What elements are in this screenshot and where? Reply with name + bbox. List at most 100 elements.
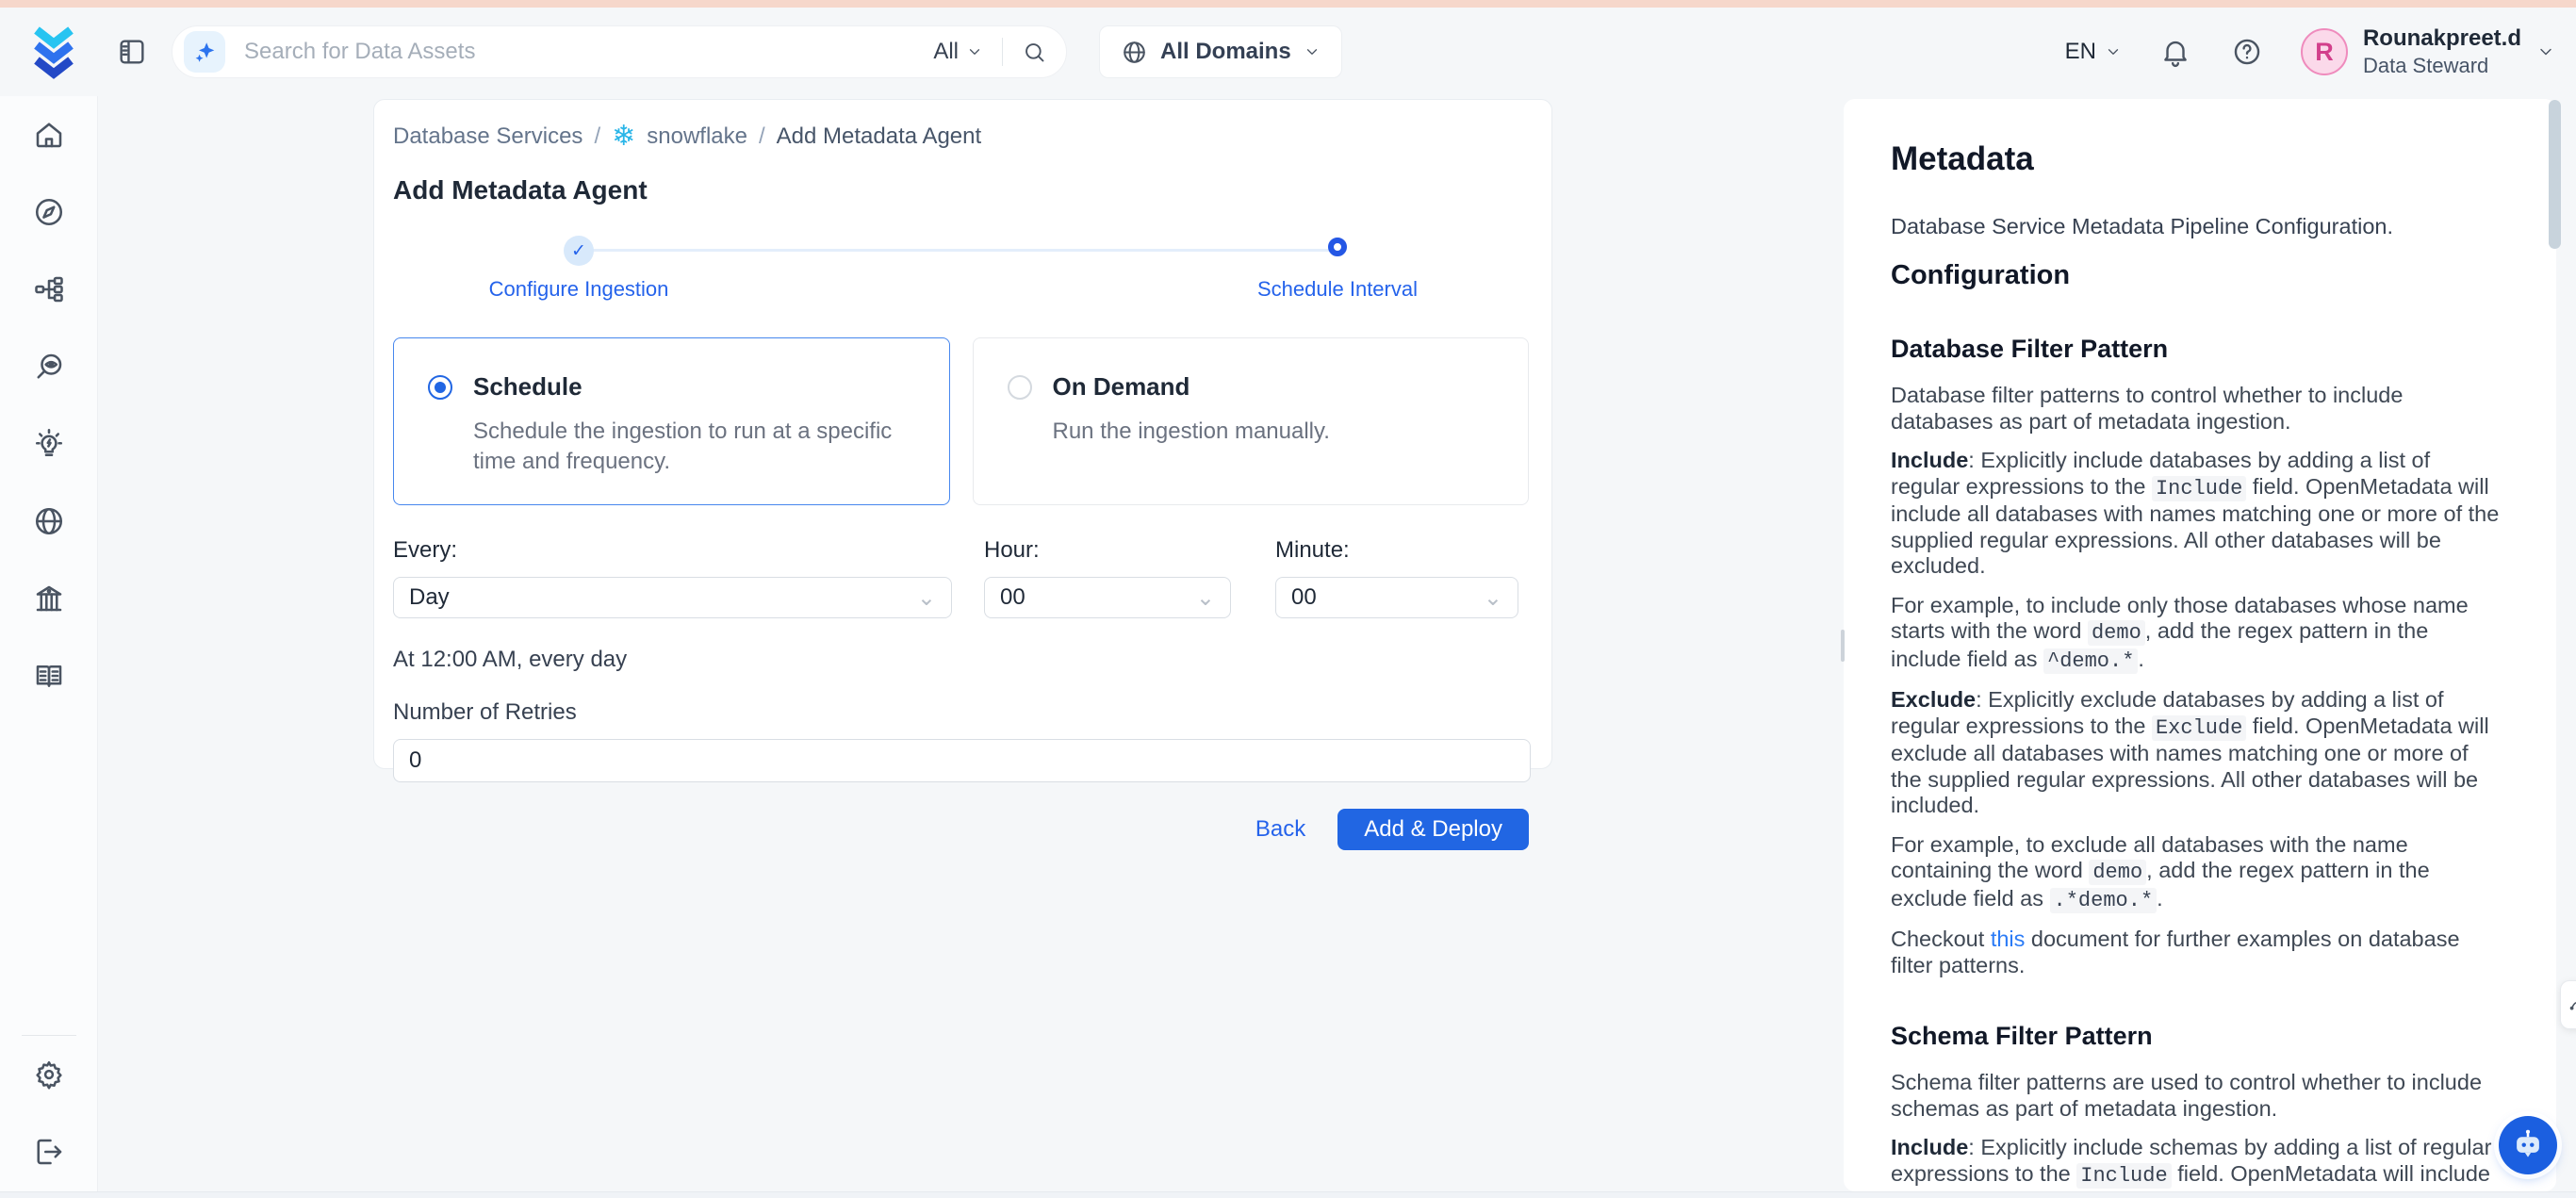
step-active-ring <box>1328 238 1347 256</box>
notifications-button[interactable] <box>2158 34 2193 70</box>
back-button[interactable]: Back <box>1255 816 1305 843</box>
chat-bot-button[interactable] <box>2499 1116 2557 1174</box>
doc-paragraph: Include: Explicitly include databases by… <box>1891 448 2502 580</box>
chevron-down-icon: ⌄ <box>1196 584 1215 612</box>
breadcrumb-service-name[interactable]: snowflake <box>647 123 747 150</box>
doc-section-heading: Schema Filter Pattern <box>1891 1022 2502 1051</box>
doc-panel: Metadata Database Service Metadata Pipel… <box>1844 99 2556 1191</box>
main-content-card: Database Services / ❄ snowflake / Add Me… <box>373 99 1552 769</box>
footer-strip <box>0 1191 2576 1198</box>
sidebar-item-logout[interactable] <box>31 1134 67 1170</box>
question-circle-icon <box>2231 36 2263 68</box>
radio-schedule[interactable] <box>428 375 452 400</box>
cron-summary: At 12:00 AM, every day <box>393 647 1529 673</box>
schedule-option-description: Schedule the ingestion to run at a speci… <box>473 417 915 476</box>
step-label-schedule: Schedule Interval <box>1257 277 1418 302</box>
on-demand-option-title: On Demand <box>1053 372 1190 402</box>
sparkles-icon <box>192 40 217 64</box>
minute-label: Minute: <box>1275 537 1518 564</box>
domains-filter-label: All Domains <box>1160 39 1291 65</box>
sidebar-divider <box>22 1035 76 1036</box>
search-icon[interactable] <box>1022 40 1047 65</box>
help-widget-icon <box>2568 994 2576 1015</box>
sidebar-item-insights[interactable] <box>31 426 67 462</box>
user-role: Data Steward <box>2363 53 2521 79</box>
breadcrumb-separator: / <box>594 123 600 150</box>
form-actions: Back Add & Deploy <box>393 809 1529 850</box>
frequency-row: Every: Day ⌄ Hour: 00 ⌄ Minute: 00 ⌄ <box>393 537 1529 618</box>
radio-on-demand[interactable] <box>1008 375 1032 400</box>
snowflake-icon: ❄ <box>612 123 635 151</box>
hour-select[interactable]: 00 ⌄ <box>984 577 1231 618</box>
minute-select[interactable]: 00 ⌄ <box>1275 577 1518 618</box>
sidebar-item-glossary[interactable] <box>31 658 67 694</box>
scrollbar-thumb[interactable] <box>2549 100 2561 249</box>
schedule-type-options: Schedule Schedule the ingestion to run a… <box>393 337 1529 505</box>
ai-sparkle-icon <box>184 31 225 73</box>
sidebar-item-settings[interactable] <box>31 1057 67 1092</box>
globe-icon <box>32 504 66 538</box>
magnifier-eye-icon <box>32 350 66 384</box>
bell-icon <box>2159 36 2191 68</box>
doc-configuration-heading: Configuration <box>1891 260 2502 291</box>
breadcrumb-separator: / <box>759 123 765 150</box>
sidebar-item-observability[interactable] <box>31 349 67 385</box>
breadcrumb-database-services[interactable]: Database Services <box>393 123 582 150</box>
help-widget-edge-button[interactable] <box>2560 980 2576 1029</box>
on-demand-option-card[interactable]: On Demand Run the ingestion manually. <box>973 337 1530 505</box>
robot-icon <box>2510 1127 2546 1163</box>
help-button[interactable] <box>2229 34 2265 70</box>
schedule-option-card[interactable]: Schedule Schedule the ingestion to run a… <box>393 337 950 505</box>
chevron-down-icon <box>2105 43 2122 60</box>
hour-label: Hour: <box>984 537 1231 564</box>
sidebar-item-home[interactable] <box>31 117 67 153</box>
doc-title: Metadata <box>1891 140 2502 178</box>
on-demand-option-description: Run the ingestion manually. <box>1053 417 1495 447</box>
doc-paragraph: Include: Explicitly include schemas by a… <box>1891 1135 2502 1191</box>
logo-icon <box>29 25 78 79</box>
retries-input[interactable] <box>393 739 1531 782</box>
doc-paragraph: Schema filter patterns are used to contr… <box>1891 1070 2502 1122</box>
doc-paragraph: Database filter patterns to control whet… <box>1891 383 2502 435</box>
sidebar-toggle-button[interactable] <box>115 35 149 69</box>
retries-label: Number of Retries <box>393 699 1529 726</box>
step-check-icon: ✓ <box>564 236 594 266</box>
bank-icon <box>32 582 66 615</box>
user-menu[interactable]: R Rounakpreet.d Data Steward <box>2301 25 2555 79</box>
doc-section-heading: Database Filter Pattern <box>1891 335 2502 364</box>
every-label: Every: <box>393 537 952 564</box>
openmetadata-logo[interactable] <box>28 25 79 79</box>
app-root: All All Domains EN <box>0 0 2576 1198</box>
doc-link[interactable]: this <box>1991 927 2026 951</box>
open-book-icon <box>32 659 66 693</box>
sidebar-item-governance[interactable] <box>31 581 67 616</box>
global-search-bar[interactable]: All <box>172 25 1067 78</box>
domains-filter-button[interactable]: All Domains <box>1099 25 1342 78</box>
doc-paragraph: For example, to include only those datab… <box>1891 593 2502 675</box>
minute-value: 00 <box>1291 584 1484 611</box>
lightbulb-icon <box>32 427 66 461</box>
header-right-cluster: EN R Rounakpreet.d Da <box>2065 25 2555 79</box>
every-value: Day <box>409 584 917 611</box>
sidebar-item-domains[interactable] <box>31 503 67 539</box>
search-input[interactable] <box>244 39 933 65</box>
every-select[interactable]: Day ⌄ <box>393 577 952 618</box>
avatar: R <box>2301 28 2348 75</box>
home-icon <box>32 118 66 152</box>
add-deploy-button[interactable]: Add & Deploy <box>1337 809 1529 850</box>
sidebar-item-explore[interactable] <box>31 194 67 230</box>
step-schedule-interval <box>1328 236 1347 256</box>
top-notice-strip <box>0 0 2576 8</box>
language-selector[interactable]: EN <box>2065 39 2122 65</box>
search-scope-dropdown[interactable]: All <box>933 39 983 65</box>
doc-paragraph: Exclude: Explicitly exclude databases by… <box>1891 687 2502 819</box>
chevron-down-icon: ⌄ <box>1484 584 1502 612</box>
globe-icon <box>1121 39 1148 66</box>
panel-resize-handle[interactable] <box>1841 630 1845 662</box>
chevron-down-icon <box>2536 42 2555 61</box>
doc-paragraph: For example, to exclude all databases wi… <box>1891 832 2502 914</box>
hour-value: 00 <box>1000 584 1196 611</box>
sidebar-item-lineage[interactable] <box>31 271 67 307</box>
step-label-configure: Configure Ingestion <box>489 277 669 302</box>
doc-sections: Database Filter Pattern Database filter p… <box>1891 335 2502 1191</box>
